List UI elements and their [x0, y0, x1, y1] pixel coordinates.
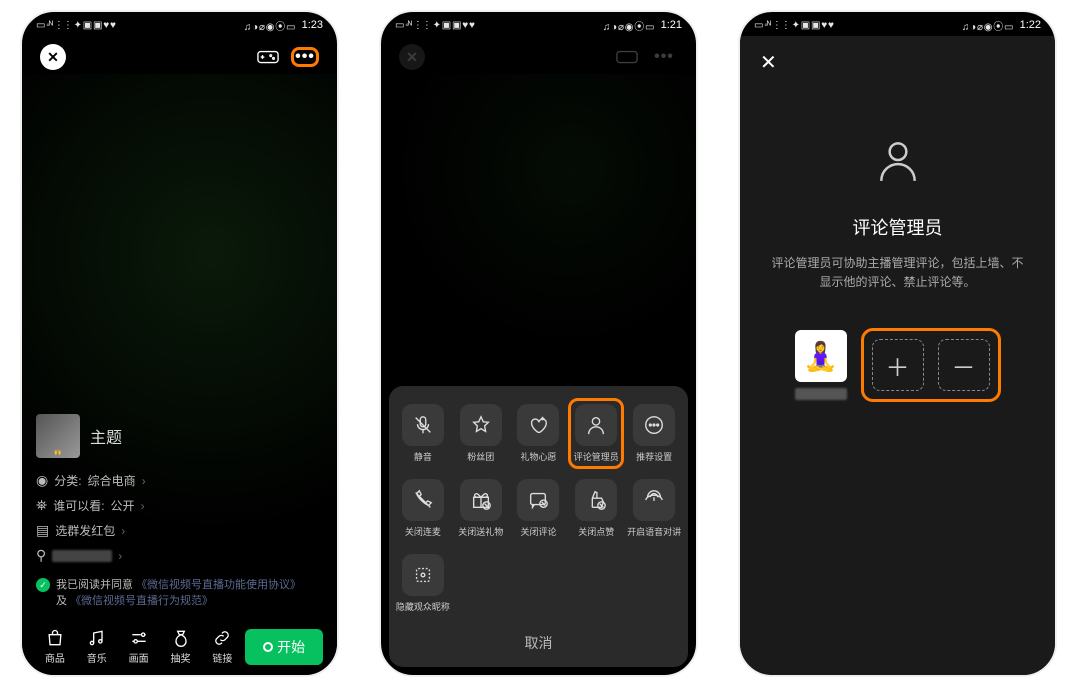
link-icon	[212, 628, 232, 648]
sheet-item-label: 评论管理员	[574, 450, 619, 463]
agreement-row[interactable]: ✓ 我已阅读并同意 《微信视频号直播功能使用协议》 及 《微信视频号直播行为规范…	[36, 578, 323, 609]
manager-name	[795, 388, 847, 400]
person-icon	[575, 404, 617, 446]
top-bar: ✕ •••	[22, 36, 337, 74]
sheet-item-label: 隐藏观众昵称	[396, 600, 450, 613]
action-sheet: 静音 粉丝团 礼物心愿 评论管理员 推荐设置关闭连麦 关闭送礼物 关闭评论 关闭点赞开启语音对…	[389, 386, 688, 667]
chevron-right-icon: ›	[142, 474, 146, 488]
sheet-item-label: 开启语音对讲	[627, 525, 681, 538]
sheet-item-mic-off[interactable]: 静音	[395, 398, 451, 469]
sheet-item-label: 关闭连麦	[405, 525, 441, 538]
more-icon	[633, 404, 675, 446]
sheet-item-label: 关闭送礼物	[458, 525, 503, 538]
like-off-icon	[575, 479, 617, 521]
status-bar: ▭ ◦ᴺ ⋮⋮ ✦ ▣ ▣ ♥ ♥ ♫ ◑ ⌀ ◉ ⦿ ▭ 1:21	[381, 12, 696, 34]
agreement-link-1[interactable]: 《微信视频号直播功能使用协议》	[136, 579, 301, 591]
sheet-item-star[interactable]: 粉丝团	[453, 398, 509, 469]
check-icon: ✓	[36, 578, 50, 592]
sheet-item-label: 关闭评论	[520, 525, 556, 538]
status-right: ♫ ◑ ⌀ ◉ ⦿ ▭ 1:23	[244, 18, 323, 33]
envelope-icon: ▤	[36, 522, 49, 539]
screen-3-comment-manager: ▭ ◦ᴺ ⋮⋮ ✦ ▣ ▣ ♥ ♥ ♫ ◑ ⌀ ◉ ⦿ ▭ 1:22 ✕ 评论管…	[738, 10, 1057, 677]
manager-avatar[interactable]: 🧘‍♀️	[795, 330, 847, 382]
gamepad-icon[interactable]	[257, 49, 279, 65]
comment-off-icon	[517, 479, 559, 521]
chevron-right-icon: ›	[121, 524, 125, 538]
screen-body: ✕ ••• 静音 粉丝团 礼物心愿 评论管理员 推荐设置关闭连麦 关闭送礼物 关闭评论 关闭点…	[381, 36, 696, 675]
sheet-item-person[interactable]: 评论管理员	[568, 398, 624, 469]
mic-off-icon	[402, 404, 444, 446]
pin-icon: ⚲	[36, 547, 46, 564]
live-info-block: 🙌 主题 ◉ 分类: 综合电商 › ⛯ 谁可以看: 公开 › ▤ 选群发红包 ›	[36, 414, 323, 609]
sheet-item-label: 关闭点赞	[578, 525, 614, 538]
bottom-toolbar: 商品 音乐 画面 抽奖 链接 开始	[36, 628, 323, 665]
manager-list: 🧘‍♀️ ＋ －	[795, 328, 1001, 402]
location-row[interactable]: ⚲ ›	[36, 547, 323, 564]
screen-1-live-setup: ▭ ◦ᴺ ⋮⋮ ✦ ▣ ▣ ♥ ♥ ♫ ◑ ⌀ ◉ ⦿ ▭ 1:23 ✕ •••…	[20, 10, 339, 677]
cover-thumbnail[interactable]: 🙌	[36, 414, 80, 458]
close-button[interactable]: ✕	[40, 44, 66, 70]
voice-icon	[633, 479, 675, 521]
page-title: 评论管理员	[853, 214, 943, 240]
more-button[interactable]: •••	[291, 47, 319, 67]
people-icon: ⛯	[36, 497, 47, 514]
start-button[interactable]: 开始	[245, 629, 323, 665]
bag-icon	[45, 628, 65, 648]
hongbao-row[interactable]: ▤ 选群发红包 ›	[36, 522, 323, 539]
tool-chou[interactable]: 抽奖	[162, 628, 200, 665]
sheet-item-label: 静音	[414, 450, 432, 463]
more-button: •••	[650, 47, 678, 67]
visibility-row[interactable]: ⛯ 谁可以看: 公开 ›	[36, 497, 323, 514]
category-row[interactable]: ◉ 分类: 综合电商 ›	[36, 472, 323, 489]
record-icon	[263, 642, 273, 652]
sheet-item-voice[interactable]: 开启语音对讲	[626, 473, 682, 544]
screen-body: ✕ 评论管理员 评论管理员可协助主播管理评论，包括上墙、不显示他的评论、禁止评论…	[740, 36, 1055, 675]
sheet-item-phone-off[interactable]: 关闭连麦	[395, 473, 451, 544]
add-manager-button[interactable]: ＋	[872, 339, 924, 391]
status-bar: ▭ ◦ᴺ ⋮⋮ ✦ ▣ ▣ ♥ ♥ ♫ ◑ ⌀ ◉ ⦿ ▭ 1:22	[740, 12, 1055, 34]
screen-2-action-sheet: ▭ ◦ᴺ ⋮⋮ ✦ ▣ ▣ ♥ ♥ ♫ ◑ ⌀ ◉ ⦿ ▭ 1:21 ✕ •••…	[379, 10, 698, 677]
phone-off-icon	[402, 479, 444, 521]
close-button: ✕	[399, 44, 425, 70]
page-description: 评论管理员可协助主播管理评论，包括上墙、不显示他的评论、禁止评论等。	[760, 254, 1035, 292]
tool-music[interactable]: 音乐	[78, 628, 116, 665]
tool-shop[interactable]: 商品	[36, 628, 74, 665]
sheet-item-like-off[interactable]: 关闭点赞	[568, 473, 624, 544]
chevron-right-icon: ›	[141, 499, 145, 513]
sheet-item-comment-off[interactable]: 关闭评论	[511, 473, 567, 544]
theme-title-input[interactable]: 主题	[90, 424, 122, 448]
sheet-item-gift-off[interactable]: 关闭送礼物	[453, 473, 509, 544]
close-button[interactable]: ✕	[760, 50, 1035, 75]
heart-icon	[517, 404, 559, 446]
gift-off-icon	[460, 479, 502, 521]
music-icon	[87, 628, 107, 648]
person-icon	[873, 135, 923, 190]
sheet-item-label: 粉丝团	[467, 450, 494, 463]
bag-money-icon	[171, 628, 191, 648]
tool-link[interactable]: 链接	[203, 628, 241, 665]
sheet-item-label: 礼物心愿	[520, 450, 556, 463]
agreement-link-2[interactable]: 《微信视频号直播行为规范》	[70, 595, 213, 607]
gamepad-icon	[616, 49, 638, 65]
sheet-item-label: 推荐设置	[636, 450, 672, 463]
chevron-right-icon: ›	[118, 549, 122, 563]
status-left-icons: ▭ ◦ᴺ ⋮⋮ ✦ ▣ ▣ ♥ ♥	[36, 20, 115, 31]
hide-icon	[402, 554, 444, 596]
remove-manager-button[interactable]: －	[938, 339, 990, 391]
star-icon	[460, 404, 502, 446]
sheet-item-more[interactable]: 推荐设置	[626, 398, 682, 469]
status-bar: ▭ ◦ᴺ ⋮⋮ ✦ ▣ ▣ ♥ ♥ ♫ ◑ ⌀ ◉ ⦿ ▭ 1:23	[22, 12, 337, 34]
sheet-item-hide[interactable]: 隐藏观众昵称	[395, 548, 451, 619]
tool-huamian[interactable]: 画面	[120, 628, 158, 665]
cancel-button[interactable]: 取消	[395, 619, 682, 663]
sliders-icon	[129, 628, 149, 648]
add-remove-highlight: ＋ －	[861, 328, 1001, 402]
tag-icon: ◉	[36, 472, 48, 489]
sheet-item-heart[interactable]: 礼物心愿	[511, 398, 567, 469]
